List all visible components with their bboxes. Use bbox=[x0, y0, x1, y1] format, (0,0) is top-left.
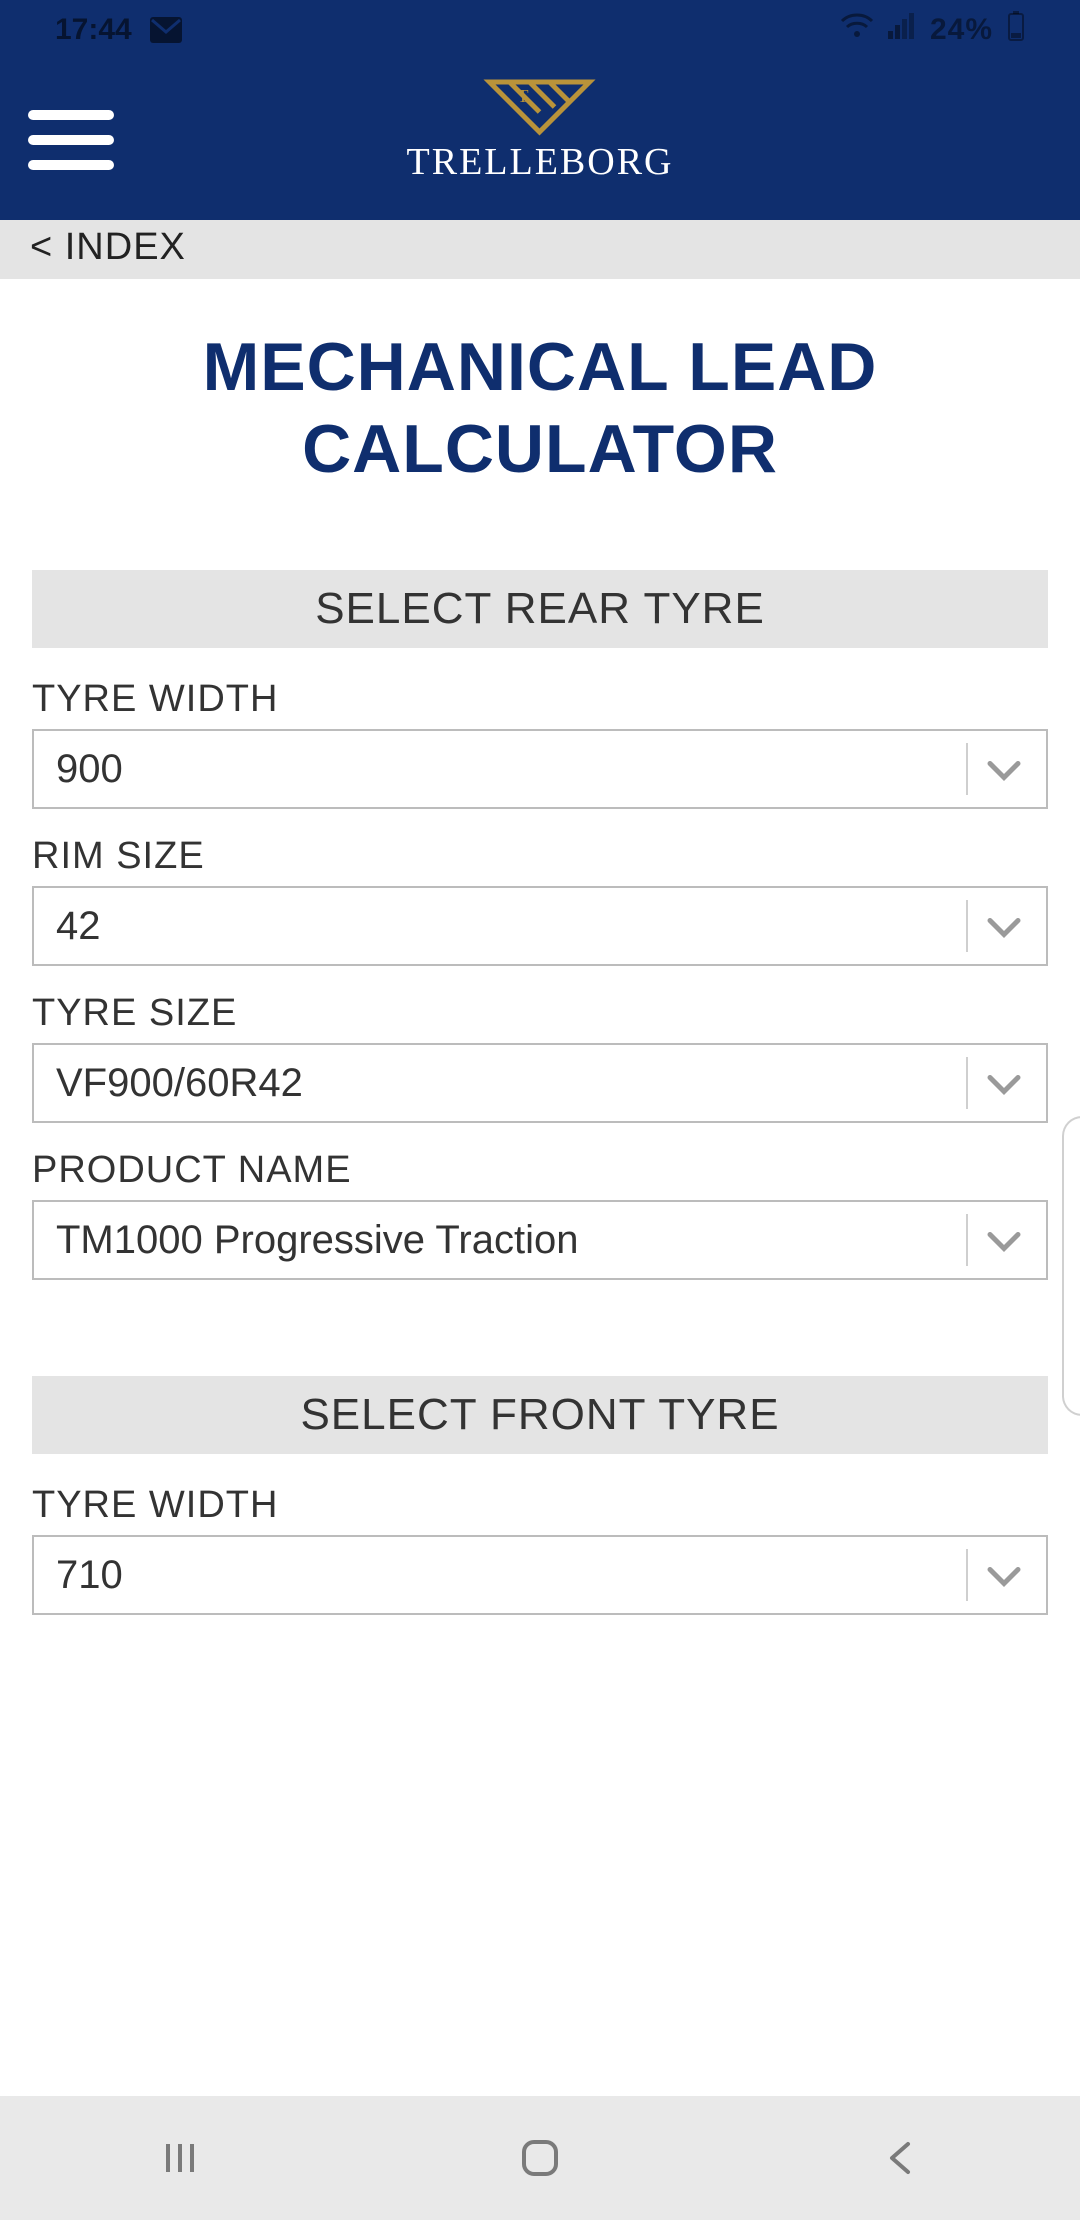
app-header: T TRELLEBORG bbox=[0, 60, 1080, 220]
page-title: MECHANICAL LEAD CALCULATOR bbox=[30, 327, 1050, 490]
rear-section-header: SELECT REAR TYRE bbox=[32, 570, 1048, 648]
chevron-down-icon bbox=[986, 747, 1022, 792]
home-button[interactable] bbox=[510, 2128, 570, 2188]
front-tyre-width-label: TYRE WIDTH bbox=[32, 1484, 1048, 1527]
rear-product-label: PRODUCT NAME bbox=[32, 1149, 1048, 1192]
index-link[interactable]: < INDEX bbox=[30, 226, 186, 269]
front-tyre-width-value: 710 bbox=[56, 1553, 123, 1598]
status-time: 17:44 bbox=[55, 13, 132, 47]
mail-icon bbox=[150, 17, 182, 43]
menu-icon[interactable] bbox=[28, 110, 118, 170]
form-content: SELECT REAR TYRE TYRE WIDTH 900 RIM SIZE… bbox=[0, 570, 1080, 1615]
rear-tyre-size-label: TYRE SIZE bbox=[32, 992, 1048, 1035]
rear-product-value: TM1000 Progressive Traction bbox=[56, 1218, 578, 1263]
chevron-down-icon bbox=[986, 1218, 1022, 1263]
chevron-down-icon bbox=[986, 1061, 1022, 1106]
rear-tyre-size-select[interactable]: VF900/60R42 bbox=[32, 1043, 1048, 1123]
rear-rim-size-label: RIM SIZE bbox=[32, 835, 1048, 878]
android-nav-bar bbox=[0, 2096, 1080, 2220]
rear-tyre-size-value: VF900/60R42 bbox=[56, 1061, 303, 1106]
rear-rim-size-value: 42 bbox=[56, 904, 101, 949]
rear-tyre-width-value: 900 bbox=[56, 747, 123, 792]
battery-icon bbox=[1007, 11, 1025, 49]
rear-tyre-width-label: TYRE WIDTH bbox=[32, 678, 1048, 721]
breadcrumb: < INDEX bbox=[0, 220, 1080, 279]
brand-logo: T TRELLEBORG bbox=[407, 78, 674, 184]
rear-product-select[interactable]: TM1000 Progressive Traction bbox=[32, 1200, 1048, 1280]
recents-button[interactable] bbox=[150, 2128, 210, 2188]
rear-rim-size-select[interactable]: 42 bbox=[32, 886, 1048, 966]
signal-icon bbox=[888, 13, 916, 47]
front-tyre-width-select[interactable]: 710 bbox=[32, 1535, 1048, 1615]
svg-text:T: T bbox=[518, 86, 529, 106]
rear-tyre-width-select[interactable]: 900 bbox=[32, 729, 1048, 809]
chevron-down-icon bbox=[986, 1553, 1022, 1598]
brand-name: TRELLEBORG bbox=[407, 140, 674, 184]
wifi-icon bbox=[840, 13, 874, 47]
back-button[interactable] bbox=[870, 2128, 930, 2188]
status-bar: 17:44 24% bbox=[0, 0, 1080, 60]
front-section-header: SELECT FRONT TYRE bbox=[32, 1376, 1048, 1454]
chevron-down-icon bbox=[986, 904, 1022, 949]
status-battery: 24% bbox=[930, 13, 993, 47]
side-handle[interactable] bbox=[1062, 1116, 1080, 1416]
